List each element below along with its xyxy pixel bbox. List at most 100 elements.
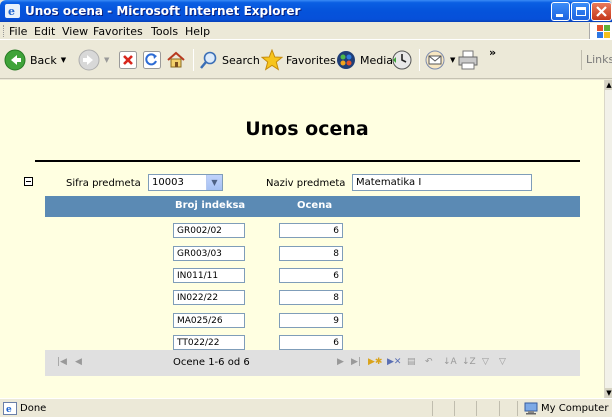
back-dropdown-icon[interactable]: ▼ — [61, 56, 66, 64]
links-toolbar[interactable]: Links — [581, 50, 612, 70]
sort-descending-icon[interactable]: ↓Z — [462, 357, 476, 367]
sifra-label: Sifra predmeta — [66, 178, 141, 189]
grade-cell[interactable]: 6 — [279, 335, 343, 350]
collapse-toggle[interactable] — [24, 177, 33, 186]
last-record-icon[interactable]: ▶| — [351, 357, 361, 367]
sort-ascending-icon[interactable]: ↓A — [443, 357, 457, 367]
forward-button[interactable]: ▼ — [78, 48, 109, 72]
back-arrow-icon — [4, 49, 26, 71]
menu-view[interactable]: View — [62, 25, 88, 38]
menu-edit[interactable]: Edit — [34, 25, 55, 38]
zone-text: My Computer — [541, 403, 609, 414]
my-computer-icon — [524, 402, 538, 415]
window-title: Unos ocena - Microsoft Internet Explorer — [25, 4, 301, 18]
grade-cell[interactable]: 8 — [279, 246, 343, 261]
sifra-select[interactable]: 10003 ▼ — [148, 174, 223, 191]
save-record-icon[interactable]: ▤ — [407, 357, 416, 367]
vertical-scrollbar[interactable]: ▲ ▼ — [604, 80, 612, 398]
search-button[interactable]: Search — [199, 48, 260, 72]
minimize-icon — [556, 14, 563, 17]
svg-text:e: e — [6, 405, 12, 415]
media-label: Media — [360, 53, 394, 67]
links-label: Links — [586, 53, 612, 66]
menu-tools[interactable]: Tools — [151, 25, 178, 38]
media-button[interactable]: Media — [335, 48, 393, 72]
title-bar[interactable]: e Unos ocena - Microsoft Internet Explor… — [0, 0, 612, 22]
refresh-icon — [143, 51, 161, 69]
windows-flag-icon — [589, 23, 612, 39]
home-button[interactable] — [166, 48, 186, 72]
index-cell[interactable]: TT022/22 — [173, 335, 245, 350]
refresh-button[interactable] — [143, 48, 161, 72]
index-cell[interactable]: IN011/11 — [173, 268, 245, 283]
menu-favorites[interactable]: Favorites — [93, 25, 143, 38]
status-text: Done — [20, 403, 47, 414]
column-header-ocena[interactable]: Ocena — [297, 200, 332, 211]
svg-text:e: e — [8, 5, 15, 18]
delete-record-icon[interactable]: ▶✕ — [387, 357, 401, 367]
title-rule — [35, 160, 580, 162]
page-done-icon: e — [3, 402, 17, 415]
next-record-icon[interactable]: ▶ — [337, 357, 344, 367]
status-pane — [517, 401, 518, 416]
print-icon — [458, 50, 478, 70]
ie-logo-icon: e — [5, 4, 20, 18]
status-pane — [432, 401, 433, 416]
status-bar: e Done My Computer — [0, 398, 612, 417]
history-button[interactable] — [391, 48, 413, 72]
record-navigator: |◀ ◀ Ocene 1-6 od 6 ▶ ▶| ▶✱ ▶✕ ▤ ↶ ↓A ↓Z… — [45, 350, 580, 376]
menu-bar: File Edit View Favorites Tools Help — [0, 22, 612, 40]
mail-button[interactable]: ▼ — [424, 48, 455, 72]
add-record-icon[interactable]: ▶✱ — [368, 357, 382, 367]
close-icon — [596, 6, 607, 17]
index-cell[interactable]: GR002/02 — [173, 223, 245, 238]
cancel-edit-icon[interactable]: ↶ — [425, 357, 433, 367]
page-content: Unos ocena Sifra predmeta 10003 ▼ Naziv … — [0, 80, 604, 398]
favorites-star-icon — [261, 49, 283, 71]
search-label: Search — [222, 53, 260, 67]
menu-file[interactable]: File — [9, 25, 27, 38]
maximize-button[interactable] — [571, 2, 590, 21]
sifra-value: 10003 — [152, 177, 184, 188]
forward-arrow-icon — [78, 49, 100, 71]
grade-cell[interactable]: 6 — [279, 223, 343, 238]
media-icon — [337, 51, 355, 69]
filter-icon[interactable]: ▽ — [499, 357, 506, 367]
filter-selection-icon[interactable]: ▽ — [482, 357, 489, 367]
favorites-button[interactable]: Favorites — [261, 48, 336, 72]
column-header-broj-indeksa[interactable]: Broj indeksa — [175, 200, 245, 211]
mail-dropdown-icon[interactable]: ▼ — [450, 56, 455, 64]
grade-cell[interactable]: 8 — [279, 290, 343, 305]
scroll-up-icon[interactable]: ▲ — [605, 80, 612, 90]
standard-toolbar: Back ▼ ▼ Search Favorites Media ▼ » Link… — [0, 41, 612, 79]
menu-grip — [3, 25, 6, 37]
minimize-button[interactable] — [551, 2, 570, 21]
maximize-icon — [576, 7, 586, 16]
naziv-input[interactable]: Matematika I — [352, 174, 532, 191]
print-button[interactable] — [457, 48, 479, 72]
forward-dropdown-icon[interactable]: ▼ — [104, 56, 109, 64]
grade-cell[interactable]: 9 — [279, 313, 343, 328]
back-label: Back — [30, 53, 57, 67]
previous-record-icon[interactable]: ◀ — [75, 357, 82, 367]
back-button[interactable]: Back ▼ — [4, 48, 66, 72]
status-pane — [476, 401, 477, 416]
status-pane — [454, 401, 455, 416]
naziv-label: Naziv predmeta — [266, 178, 346, 189]
toolbar-overflow-chevron[interactable]: » — [489, 46, 496, 59]
menu-help[interactable]: Help — [185, 25, 210, 38]
index-cell[interactable]: IN022/22 — [173, 290, 245, 305]
index-cell[interactable]: MA025/26 — [173, 313, 245, 328]
close-button[interactable] — [591, 2, 612, 21]
scroll-down-icon[interactable]: ▼ — [605, 388, 612, 398]
grade-cell[interactable]: 6 — [279, 268, 343, 283]
stop-button[interactable] — [119, 48, 137, 72]
toolbar-separator — [419, 49, 420, 71]
chevron-down-icon[interactable]: ▼ — [206, 175, 222, 190]
home-icon — [167, 51, 185, 68]
index-cell[interactable]: GR003/03 — [173, 246, 245, 261]
status-pane — [499, 401, 500, 416]
search-icon — [200, 51, 217, 69]
first-record-icon[interactable]: |◀ — [57, 357, 67, 367]
favorites-label: Favorites — [286, 53, 336, 67]
